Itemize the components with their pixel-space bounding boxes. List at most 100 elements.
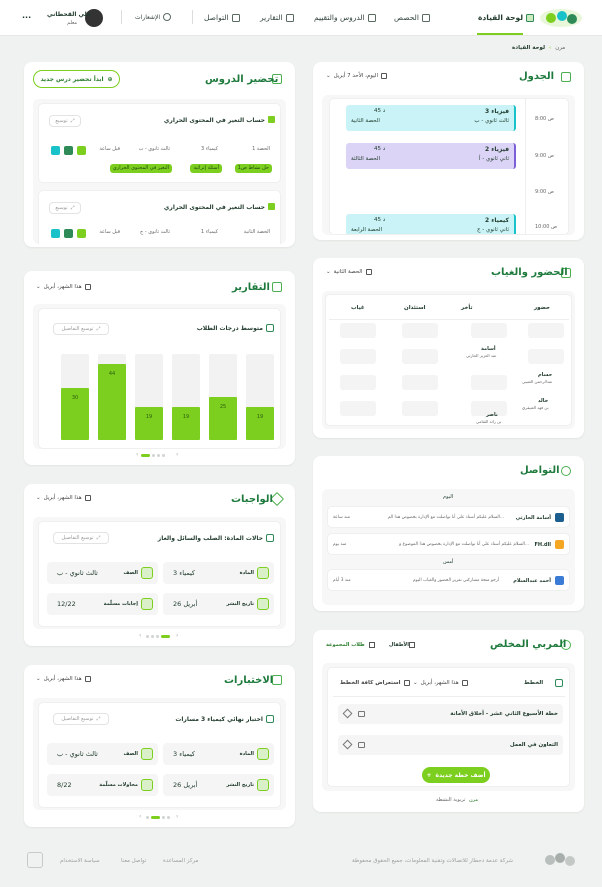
view-all-plans-link[interactable]: استعراض كافة الخطط bbox=[340, 680, 410, 686]
carousel-dot[interactable] bbox=[151, 635, 154, 638]
share-icon[interactable] bbox=[51, 229, 60, 238]
period-dropdown[interactable]: ⌄ الحصة الثانية bbox=[326, 269, 372, 275]
schedule-date-dropdown[interactable]: ⌄ اليوم، الأحد 7 أبريل bbox=[326, 73, 387, 79]
message-item[interactable]: أحمد عبدالسلام أرجو منحة مشاركتي تقرير ا… bbox=[327, 569, 570, 591]
add-plan-button[interactable]: + أضف خطة جديدة bbox=[422, 767, 490, 783]
contact-link[interactable]: تواصل معنا bbox=[121, 858, 146, 864]
book-icon bbox=[268, 203, 275, 210]
attendance-cell[interactable] bbox=[340, 375, 376, 390]
bar[interactable]: 19 bbox=[135, 407, 163, 440]
nav-reports[interactable]: التقارير bbox=[260, 13, 294, 22]
plan-item[interactable]: خطة الأسبوع الثاني عشر - أخلاق الأمانة bbox=[338, 704, 563, 724]
new-lesson-button[interactable]: ابدأ تحضير درس جديد ⊕ bbox=[33, 70, 120, 88]
carousel-dot[interactable] bbox=[157, 454, 160, 457]
lesson-class: ثالث ثانوي - ب bbox=[138, 146, 170, 152]
attendance-cell[interactable] bbox=[471, 375, 507, 390]
expand-details-button[interactable]: توسيع التفاصيل ⤢ bbox=[53, 532, 109, 544]
nav-dashboard[interactable]: لوحة القيادة bbox=[478, 13, 535, 22]
prev-arrow-icon[interactable]: ‹ bbox=[136, 451, 138, 458]
reports-month-dropdown[interactable]: ⌄ هذا الشهر، أبريل bbox=[36, 284, 91, 290]
carousel-dots[interactable] bbox=[146, 816, 170, 819]
schedule-slot[interactable]: فيزياء 2 ثاني ثانوي - أ 45 د الحصة الثال… bbox=[346, 143, 516, 169]
plans-month-dropdown[interactable]: ⌄ هذا الشهر، أبريل bbox=[413, 680, 468, 686]
next-arrow-icon[interactable]: › bbox=[176, 451, 178, 458]
attendance-cell[interactable] bbox=[402, 401, 438, 416]
lesson-item[interactable]: حساب التغير في المحتوى الحراري توسيع ⤢ ال… bbox=[38, 190, 281, 244]
attendance-cell[interactable] bbox=[340, 401, 376, 416]
exam-item[interactable]: اختبار نهائي كيمياء 3 مسارات توسيع التفا… bbox=[38, 702, 281, 808]
breadcrumb-home[interactable]: مرن bbox=[555, 45, 565, 51]
plans-panel: الخطط ⌄ هذا الشهر، أبريل استعراض كافة الخ… bbox=[322, 663, 575, 791]
lesson-tag[interactable]: أسئلة إثرائية bbox=[190, 164, 222, 173]
chevron-down-icon: ⌄ bbox=[326, 73, 331, 79]
next-arrow-icon[interactable]: › bbox=[176, 632, 178, 639]
more-icon[interactable]: ... bbox=[22, 11, 31, 20]
folder-icon[interactable] bbox=[358, 742, 365, 748]
bar[interactable]: 30 bbox=[61, 388, 89, 440]
attendance-cell[interactable] bbox=[402, 375, 438, 390]
carousel-dot[interactable] bbox=[146, 816, 149, 819]
view-icon[interactable] bbox=[64, 146, 73, 155]
schedule-slot[interactable]: فيزياء 3 ثالث ثانوي - ب 45 د الحصة الثان… bbox=[346, 105, 516, 131]
attendance-cell[interactable] bbox=[402, 323, 438, 338]
attendance-cell[interactable] bbox=[528, 323, 564, 338]
edit-icon[interactable] bbox=[342, 708, 353, 719]
carousel-dot[interactable] bbox=[146, 635, 149, 638]
carousel-dots[interactable] bbox=[141, 454, 165, 457]
prev-arrow-icon[interactable]: ‹ bbox=[139, 813, 141, 820]
privacy-link[interactable]: سياسة الاستخدام bbox=[60, 858, 100, 864]
attendance-cell[interactable] bbox=[471, 323, 507, 338]
carousel-dot[interactable] bbox=[167, 816, 170, 819]
carousel-dots[interactable] bbox=[146, 635, 170, 638]
homework-item[interactable]: حالات المادة: الصلب والسائل والغاز توسيع… bbox=[38, 521, 281, 627]
carousel-dot[interactable] bbox=[156, 635, 159, 638]
tab-kids[interactable]: الأطفال bbox=[389, 642, 409, 648]
prev-arrow-icon[interactable]: ‹ bbox=[139, 632, 141, 639]
carousel-dot[interactable] bbox=[162, 816, 165, 819]
message-item[interactable]: FH.dll السلام عليكم أستاذ علي أنا تواصلت… bbox=[327, 533, 570, 555]
slot-period: الحصة الثانية bbox=[351, 118, 380, 124]
message-preview: السلام عليكم أستاذ علي أنا تواصلت مع الإ… bbox=[399, 542, 529, 547]
nav-classes[interactable]: الحصص bbox=[394, 13, 430, 22]
expand-button[interactable]: توسيع ⤢ bbox=[49, 115, 81, 127]
homework-month-dropdown[interactable]: ⌄ هذا الشهر، أبريل bbox=[36, 495, 91, 501]
tab-group-students[interactable]: طلاب المجموعة bbox=[326, 642, 365, 648]
lesson-item[interactable]: حساب التغير في المحتوى الحراري توسيع ⤢ ال… bbox=[38, 103, 281, 183]
logo-icon[interactable] bbox=[538, 7, 584, 29]
edit-icon[interactable] bbox=[77, 146, 86, 155]
bar[interactable]: 25 bbox=[209, 397, 237, 440]
carousel-dot[interactable] bbox=[152, 454, 155, 457]
next-arrow-icon[interactable]: › bbox=[176, 813, 178, 820]
inbox-icon bbox=[141, 598, 153, 610]
view-icon[interactable] bbox=[64, 229, 73, 238]
carousel-dot[interactable] bbox=[141, 454, 150, 457]
attendance-cell[interactable] bbox=[340, 349, 376, 364]
exams-month-dropdown[interactable]: ⌄ هذا الشهر، أبريل bbox=[36, 676, 91, 682]
bar[interactable]: 19 bbox=[172, 407, 200, 440]
expand-details-button[interactable]: توسيع التفاصيل ⤢ bbox=[53, 713, 109, 725]
bar[interactable]: 19 bbox=[246, 407, 274, 440]
share-icon[interactable] bbox=[51, 146, 60, 155]
bar[interactable]: 44 bbox=[98, 364, 126, 440]
carousel-dot[interactable] bbox=[151, 816, 160, 819]
lesson-tag[interactable]: التغير في المحتوى الحراري bbox=[109, 164, 172, 173]
attendance-cell[interactable] bbox=[340, 323, 376, 338]
lesson-subject: كيمياء 3 bbox=[201, 146, 218, 152]
expand-button[interactable]: توسيع ⤢ bbox=[49, 202, 81, 214]
schedule-slot[interactable]: كيمياء 2 ثاني ثانوي - ج 45 د الحصة الراب… bbox=[346, 214, 516, 234]
message-item[interactable]: أسامة الحارثي السلام عليكم أستاذ علي أنا… bbox=[327, 506, 570, 528]
carousel-dot[interactable] bbox=[162, 454, 165, 457]
lesson-title: حساب التغير في المحتوى الحراري bbox=[163, 117, 265, 124]
nav-communication[interactable]: التواصل bbox=[204, 13, 240, 22]
carousel-dot[interactable] bbox=[161, 635, 170, 638]
lesson-tag[interactable]: حل نشاط ص1 bbox=[234, 164, 272, 173]
help-center-link[interactable]: مركز المساعدة bbox=[163, 858, 198, 864]
nav-lessons[interactable]: الدروس والتقييم bbox=[314, 13, 376, 22]
notifications-button[interactable]: الإشعارات bbox=[135, 13, 172, 21]
attendance-cell[interactable] bbox=[528, 349, 564, 364]
plan-item[interactable]: التعاون في العمل bbox=[338, 735, 563, 755]
edit-icon[interactable] bbox=[77, 229, 86, 238]
folder-icon[interactable] bbox=[358, 711, 365, 717]
edit-icon[interactable] bbox=[342, 739, 353, 750]
attendance-cell[interactable] bbox=[402, 349, 438, 364]
